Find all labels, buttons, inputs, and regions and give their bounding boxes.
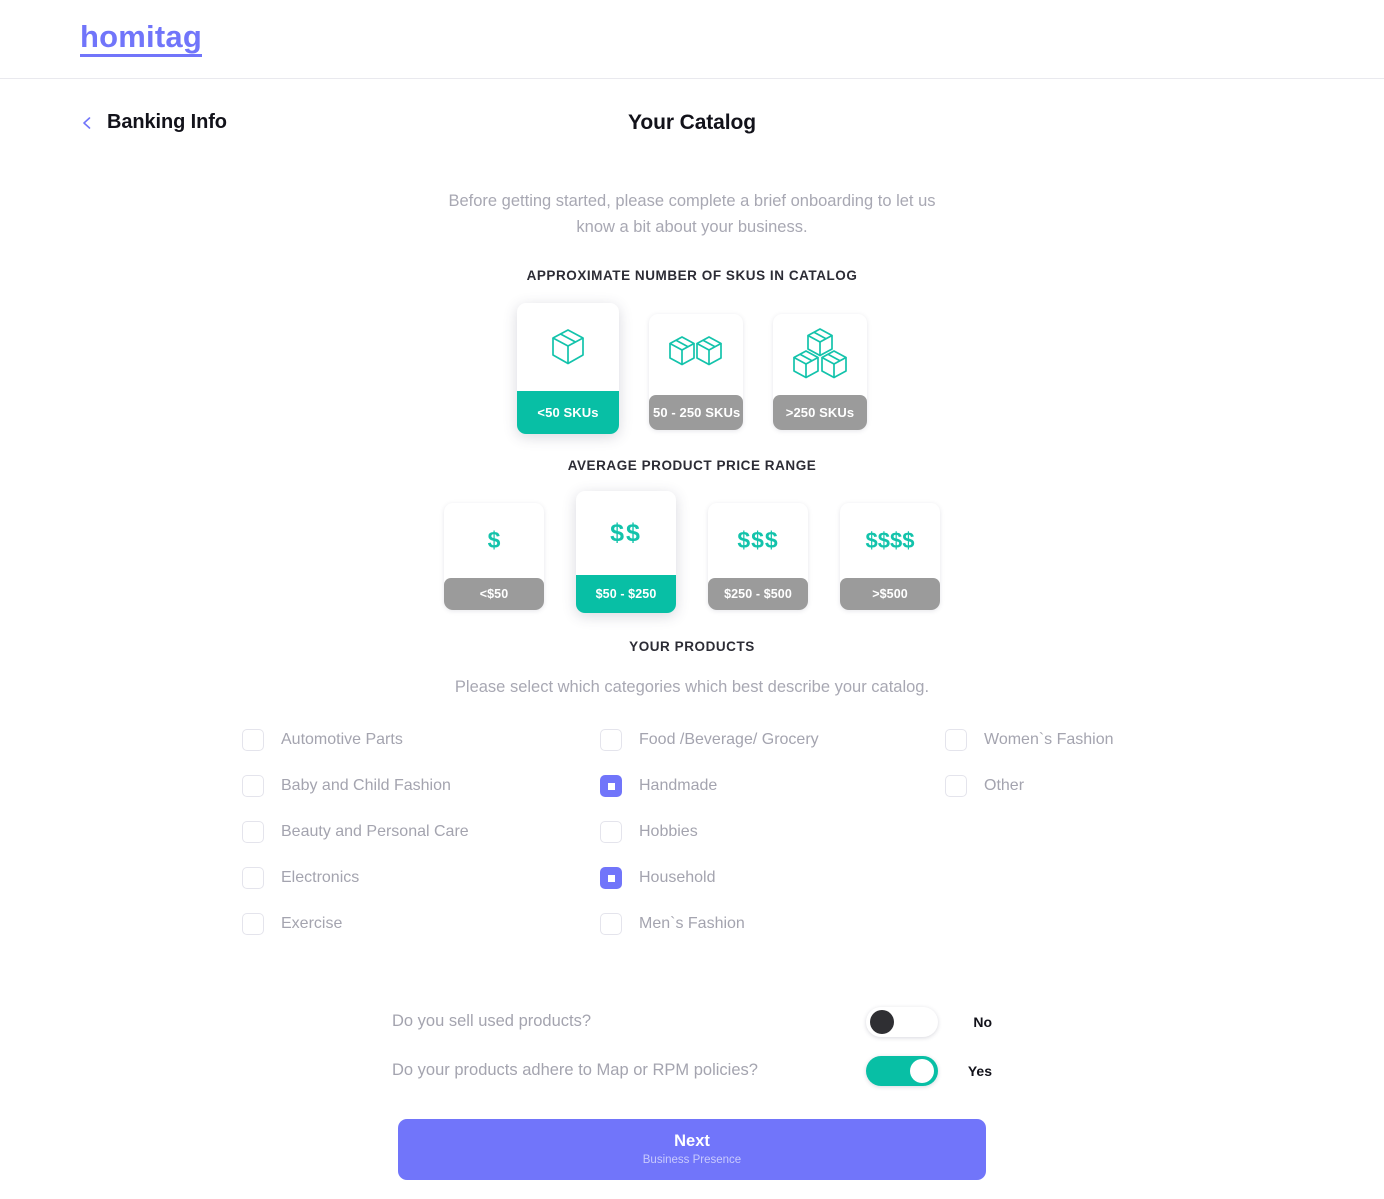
checkbox-row-exercise[interactable]: Exercise <box>242 913 600 936</box>
next-button-label: Next <box>674 1132 710 1151</box>
toggle-value-label: Yes <box>967 1062 992 1079</box>
checkbox-icon[interactable] <box>600 913 622 936</box>
price-option-card-over-500[interactable]: $$$$ >$500 <box>840 503 940 611</box>
checkbox-icon[interactable] <box>242 913 264 936</box>
checkbox-row-household[interactable]: Household <box>600 867 945 890</box>
checkbox-row-mens-fashion[interactable]: Men`s Fashion <box>600 913 945 936</box>
next-button[interactable]: Next Business Presence <box>398 1119 986 1180</box>
price-option-card-under-50[interactable]: $ <$50 <box>444 503 544 611</box>
checkbox-label: Hobbies <box>639 823 698 841</box>
checkbox-label: Automotive Parts <box>281 731 403 749</box>
checkbox-label: Electronics <box>281 869 360 887</box>
toggle-row-map-rpm-policies: Do your products adhere to Map or RPM po… <box>392 1046 992 1095</box>
checkbox-label: Exercise <box>281 915 343 933</box>
sku-option-card-50-250[interactable]: 50 - 250 SKUs <box>649 314 743 431</box>
dollar-2-icon: $$ <box>610 518 642 547</box>
sku-option-group: <50 SKUs 50 - 250 SKUs >250 SKUs <box>0 303 1384 435</box>
products-section-title: YOUR PRODUCTS <box>629 639 755 655</box>
triple-box-icon <box>773 314 867 395</box>
onboarding-form: Before getting started, please complete … <box>0 189 1384 1180</box>
product-category-column-1: Automotive Parts Baby and Child Fashion … <box>242 729 600 936</box>
checkbox-row-baby-and-child-fashion[interactable]: Baby and Child Fashion <box>242 775 600 798</box>
back-to-banking-info-link[interactable]: Banking Info <box>80 111 227 134</box>
back-link-label: Banking Info <box>107 111 227 133</box>
checkbox-icon[interactable] <box>242 775 264 798</box>
checkbox-icon[interactable] <box>600 729 622 752</box>
checkbox-icon[interactable] <box>945 729 967 752</box>
sku-option-card-over-250[interactable]: >250 SKUs <box>773 314 867 431</box>
price-option-group: $ <$50 $$ $50 - $250 $$$ $250 - $500 $$$… <box>0 491 1384 614</box>
checkbox-row-food-beverage-grocery[interactable]: Food /Beverage/ Grocery <box>600 729 945 752</box>
intro-text: Before getting started, please complete … <box>448 192 936 236</box>
checkbox-icon[interactable] <box>242 867 264 890</box>
sku-option-label: <50 SKUs <box>517 391 619 435</box>
double-box-icon <box>649 314 743 395</box>
toggle-row-used-products: Do you sell used products? No <box>392 997 992 1046</box>
price-option-card-250-500[interactable]: $$$ $250 - $500 <box>708 503 808 611</box>
checkbox-icon[interactable] <box>242 729 264 752</box>
checkbox-label: Baby and Child Fashion <box>281 777 451 795</box>
checkbox-label: Other <box>984 777 1025 795</box>
price-option-label: $250 - $500 <box>708 578 808 611</box>
sku-option-label: 50 - 250 SKUs <box>649 395 743 431</box>
app-header: homitag <box>0 0 1384 79</box>
next-button-sublabel: Business Presence <box>642 1153 742 1166</box>
product-category-column-3: Women`s Fashion Other <box>945 729 1142 935</box>
checkbox-row-automotive-parts[interactable]: Automotive Parts <box>242 729 600 752</box>
dollar-3-icon: $$$ <box>737 527 779 554</box>
dollar-4-icon: $$$$ <box>865 527 915 553</box>
dollar-1-icon: $ <box>487 527 501 554</box>
toggle-switch-used-products[interactable] <box>866 1006 938 1037</box>
single-box-icon <box>517 303 619 391</box>
toggle-knob <box>870 1009 894 1034</box>
checkbox-label: Beauty and Personal Care <box>281 823 469 841</box>
checkbox-label: Men`s Fashion <box>639 915 745 933</box>
toggle-value-label: No <box>973 1013 992 1030</box>
price-section-title: AVERAGE PRODUCT PRICE RANGE <box>567 458 817 474</box>
toggle-group: Do you sell used products? No Do your pr… <box>392 997 992 1095</box>
toggle-question: Do your products adhere to Map or RPM po… <box>392 1061 758 1080</box>
checkbox-row-handmade[interactable]: Handmade <box>600 775 945 798</box>
page-header-row: Banking Info Your Catalog <box>0 103 1384 161</box>
checkbox-icon[interactable] <box>600 821 622 844</box>
price-option-label: <$50 <box>444 578 544 611</box>
sku-option-card-under-50[interactable]: <50 SKUs <box>517 303 619 435</box>
toggle-switch-map-rpm-policies[interactable] <box>866 1055 938 1086</box>
price-option-label: $50 - $250 <box>576 575 676 614</box>
checkbox-row-beauty-and-personal-care[interactable]: Beauty and Personal Care <box>242 821 600 844</box>
products-help-text: Please select which categories which bes… <box>454 678 930 697</box>
product-category-grid: Automotive Parts Baby and Child Fashion … <box>242 729 1142 936</box>
checkbox-label: Household <box>639 869 716 887</box>
checkbox-row-electronics[interactable]: Electronics <box>242 867 600 890</box>
checkbox-row-hobbies[interactable]: Hobbies <box>600 821 945 844</box>
checkbox-icon-checked[interactable] <box>600 867 622 890</box>
price-option-card-50-250[interactable]: $$ $50 - $250 <box>576 491 676 614</box>
sku-option-label: >250 SKUs <box>773 395 867 431</box>
chevron-left-icon <box>80 116 94 130</box>
product-category-column-2: Food /Beverage/ Grocery Handmade Hobbies… <box>600 729 945 936</box>
checkbox-icon-checked[interactable] <box>600 775 622 798</box>
price-option-label: >$500 <box>840 578 940 611</box>
checkbox-icon[interactable] <box>945 775 967 798</box>
checkbox-icon[interactable] <box>242 821 264 844</box>
toggle-question: Do you sell used products? <box>392 1012 592 1031</box>
checkbox-label: Food /Beverage/ Grocery <box>639 731 819 749</box>
checkbox-row-other[interactable]: Other <box>945 775 1142 798</box>
sku-section-title: APPROXIMATE NUMBER OF SKUS IN CATALOG <box>526 268 858 284</box>
toggle-knob <box>910 1058 934 1083</box>
checkbox-row-womens-fashion[interactable]: Women`s Fashion <box>945 729 1142 752</box>
checkbox-label: Handmade <box>639 777 718 795</box>
brand-logo[interactable]: homitag <box>80 20 202 58</box>
checkbox-label: Women`s Fashion <box>984 731 1114 749</box>
